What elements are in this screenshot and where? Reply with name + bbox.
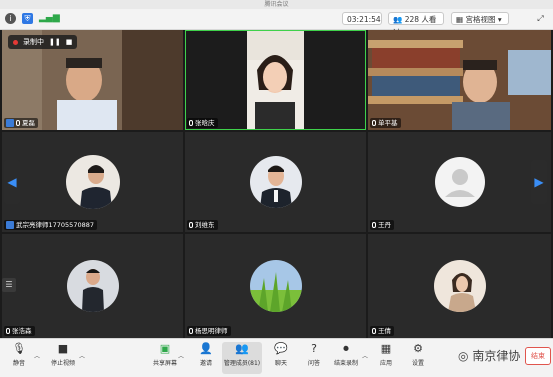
participant-label: 杨思明律师 bbox=[187, 326, 231, 336]
grid-view-icon: ▦ bbox=[456, 15, 464, 24]
meeting-toolbar: 🎙 静音 ︿ ■ 停止视频 ︿ ▣ 共享屏幕 ︿ 👤 邀请 👥 管理成员(81)… bbox=[0, 338, 553, 377]
members-icon: 👥 bbox=[235, 342, 249, 355]
chevron-up-icon[interactable]: ︿ bbox=[178, 351, 184, 360]
question-icon: ? bbox=[311, 342, 317, 355]
record-stop-icon: ⏺ bbox=[343, 342, 349, 355]
fullscreen-icon[interactable]: ⤢ bbox=[535, 13, 546, 24]
video-tile[interactable]: 录制中 ❚❚ ■ 夏磊 bbox=[2, 30, 183, 130]
participant-label: 刘维东 bbox=[187, 220, 218, 230]
end-meeting-button[interactable]: 结束 bbox=[525, 347, 551, 365]
camera-icon: ■ bbox=[57, 342, 69, 355]
settings-button[interactable]: ⚙ 设置 bbox=[400, 342, 436, 367]
list-view-icon[interactable]: ☰ bbox=[2, 278, 16, 292]
participant-label: 王丹 bbox=[370, 220, 394, 230]
add-user-icon: 👤 bbox=[199, 342, 213, 355]
participant-label: 王倩 bbox=[370, 326, 394, 336]
participant-video bbox=[247, 30, 304, 130]
avatar bbox=[249, 156, 302, 208]
video-grid: 录制中 ❚❚ ■ 夏磊 张晗庆 单平基 武宗亮律师17705570887 刘维东… bbox=[0, 30, 553, 338]
apps-grid-icon: ▦ bbox=[380, 342, 392, 355]
view-mode-dropdown[interactable]: ▦ 宫格视图 ▾ bbox=[451, 12, 509, 25]
mic-icon bbox=[372, 120, 376, 126]
participant-label: 张浩森 bbox=[4, 326, 35, 336]
viewers-icon: 👥 bbox=[393, 15, 403, 24]
avatar bbox=[65, 155, 120, 209]
share-screen-icon: ▣ bbox=[159, 342, 171, 355]
microphone-icon: 🎙 bbox=[12, 342, 26, 355]
chat-icon: 💬 bbox=[274, 342, 288, 355]
prev-page-button[interactable]: ◀ bbox=[4, 160, 20, 204]
mic-icon bbox=[189, 328, 193, 334]
video-tile[interactable]: 王丹 bbox=[368, 132, 551, 232]
mute-button[interactable]: 🎙 静音 bbox=[1, 342, 37, 367]
apps-button[interactable]: ▦ 应用 bbox=[368, 342, 404, 367]
host-badge-icon bbox=[6, 221, 14, 229]
participant-label: 武宗亮律师17705570887 bbox=[4, 220, 97, 230]
stop-icon[interactable]: ■ bbox=[66, 38, 73, 46]
recording-indicator[interactable]: 录制中 ❚❚ ■ bbox=[8, 35, 78, 49]
chevron-up-icon[interactable]: ︿ bbox=[34, 351, 40, 360]
default-avatar bbox=[434, 157, 485, 207]
user-placeholder-icon bbox=[444, 169, 475, 197]
meeting-timer: 03:21:54 bbox=[342, 12, 382, 25]
participant-label: 张晗庆 bbox=[187, 118, 218, 128]
manage-members-button[interactable]: 👥 管理成员(81) bbox=[222, 342, 262, 374]
meeting-topbar: i ⛨ ▂▄▆ 03:21:54 👥 228 人看过 ▦ 宫格视图 ▾ ⤢ bbox=[0, 9, 553, 37]
mic-icon bbox=[6, 328, 10, 334]
mic-icon bbox=[16, 120, 20, 126]
video-tile[interactable]: 单平基 bbox=[368, 30, 551, 130]
watermark: ◎ 南京律协 bbox=[458, 349, 521, 363]
end-recording-button[interactable]: ⏺ 结束录制 bbox=[328, 342, 364, 367]
video-tile-active-speaker[interactable]: 张晗庆 bbox=[185, 30, 366, 130]
mic-icon bbox=[189, 222, 193, 228]
video-tile[interactable]: 刘维东 bbox=[185, 132, 366, 232]
host-badge-icon bbox=[6, 119, 14, 127]
avatar bbox=[66, 260, 119, 312]
gear-icon: ⚙ bbox=[413, 342, 423, 355]
stop-video-button[interactable]: ■ 停止视频 bbox=[45, 342, 81, 367]
video-tile[interactable]: 王倩 bbox=[368, 234, 551, 338]
avatar bbox=[249, 260, 302, 312]
mic-icon bbox=[189, 120, 193, 126]
participant-video bbox=[368, 30, 551, 130]
mic-icon bbox=[372, 222, 376, 228]
chat-button[interactable]: 💬 聊天 bbox=[263, 342, 299, 367]
wechat-icon: ◎ bbox=[458, 349, 469, 363]
viewers-count[interactable]: 👥 228 人看过 bbox=[388, 12, 444, 37]
signal-icon[interactable]: ▂▄▆ bbox=[39, 13, 60, 24]
record-dot-icon bbox=[13, 39, 18, 45]
pause-icon[interactable]: ❚❚ bbox=[49, 38, 61, 46]
participant-label: 夏磊 bbox=[4, 118, 38, 128]
video-tile[interactable]: 武宗亮律师17705570887 bbox=[2, 132, 183, 232]
next-page-button[interactable]: ▶ bbox=[531, 160, 547, 204]
window-title: 腾讯会议 bbox=[0, 0, 553, 9]
chevron-up-icon[interactable]: ︿ bbox=[79, 351, 85, 360]
participant-label: 单平基 bbox=[370, 118, 401, 128]
avatar bbox=[433, 260, 486, 312]
shield-icon[interactable]: ⛨ bbox=[22, 13, 33, 24]
invite-button[interactable]: 👤 邀请 bbox=[188, 342, 224, 367]
video-tile[interactable]: 杨思明律师 bbox=[185, 234, 366, 338]
mic-icon bbox=[372, 328, 376, 334]
qa-button[interactable]: ? 问答 bbox=[296, 342, 332, 367]
info-icon[interactable]: i bbox=[5, 13, 16, 24]
video-tile[interactable]: 张浩森 bbox=[2, 234, 183, 338]
chevron-down-icon: ▾ bbox=[497, 15, 502, 24]
